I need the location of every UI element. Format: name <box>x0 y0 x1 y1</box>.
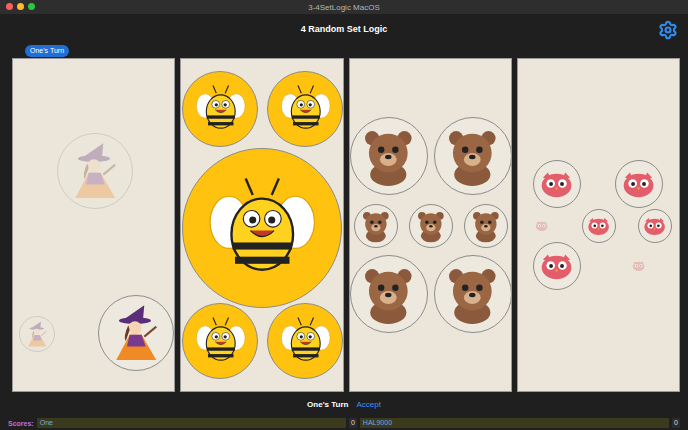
player-name-field[interactable]: HAL9000 <box>360 418 669 428</box>
game-piece[interactable] <box>98 295 174 371</box>
set-panel[interactable] <box>12 58 175 392</box>
turn-row: One's Turn <box>0 44 688 58</box>
bear-icon <box>413 208 449 244</box>
game-piece[interactable] <box>182 148 342 308</box>
owl-icon <box>537 246 576 285</box>
accept-button[interactable]: Accept <box>356 400 380 409</box>
game-piece[interactable] <box>182 71 258 147</box>
game-piece[interactable] <box>350 255 428 333</box>
set-panel[interactable] <box>349 58 512 392</box>
bee-icon <box>203 169 322 288</box>
zoom-button[interactable] <box>28 3 35 10</box>
minimize-button[interactable] <box>17 3 24 10</box>
scores-row: Scores:One0HAL90000 <box>0 416 688 430</box>
game-piece[interactable] <box>434 255 512 333</box>
app-window: 3-4SetLogic MacOS 4 Random Set Logic One's… <box>0 0 688 430</box>
owl-icon <box>619 164 658 203</box>
game-piece[interactable] <box>182 303 258 379</box>
game-piece[interactable] <box>638 209 672 243</box>
witch-icon <box>62 138 129 205</box>
bear-icon <box>356 124 421 189</box>
bear-icon <box>358 208 394 244</box>
game-piece[interactable] <box>350 117 428 195</box>
bee-icon <box>278 313 334 369</box>
game-piece[interactable] <box>434 117 512 195</box>
title-bar: 3-4SetLogic MacOS <box>0 0 688 14</box>
owl-icon <box>631 258 646 273</box>
player-name-field[interactable]: One <box>37 418 346 428</box>
owl-icon <box>585 212 612 239</box>
window-controls <box>6 3 35 10</box>
set-panel[interactable] <box>180 58 343 392</box>
status-row: One's Turn Accept <box>0 392 688 416</box>
bee-icon <box>278 81 334 137</box>
game-piece[interactable] <box>464 204 508 248</box>
game-piece[interactable] <box>354 204 398 248</box>
game-piece[interactable] <box>533 217 551 235</box>
bear-icon <box>468 208 504 244</box>
window-title: 3-4SetLogic MacOS <box>308 3 380 12</box>
game-piece[interactable] <box>533 242 581 290</box>
game-piece[interactable] <box>409 204 453 248</box>
set-panel[interactable] <box>517 58 680 392</box>
bee-icon <box>193 81 249 137</box>
game-piece[interactable] <box>19 316 55 352</box>
game-piece[interactable] <box>533 160 581 208</box>
game-piece[interactable] <box>57 133 133 209</box>
gear-icon[interactable] <box>658 20 678 40</box>
bee-icon <box>193 313 249 369</box>
game-piece[interactable] <box>267 303 343 379</box>
header: 4 Random Set Logic <box>0 14 688 44</box>
scores-label: Scores: <box>8 420 34 427</box>
bear-icon <box>356 262 421 327</box>
panels <box>0 58 688 392</box>
settings-button[interactable] <box>658 20 678 40</box>
close-button[interactable] <box>6 3 13 10</box>
turn-status: One's Turn <box>307 400 348 409</box>
witch-icon <box>103 300 170 367</box>
game-piece[interactable] <box>582 209 616 243</box>
game-piece[interactable] <box>615 160 663 208</box>
player-score: 0 <box>672 418 680 428</box>
owl-icon <box>534 218 549 233</box>
bear-icon <box>440 124 505 189</box>
game-piece[interactable] <box>630 257 648 275</box>
game-piece[interactable] <box>267 71 343 147</box>
witch-icon <box>22 319 53 350</box>
player-score: 0 <box>349 418 357 428</box>
owl-icon <box>641 212 668 239</box>
turn-badge: One's Turn <box>25 45 69 57</box>
game-title: 4 Random Set Logic <box>301 24 388 34</box>
owl-icon <box>537 164 576 203</box>
bear-icon <box>440 262 505 327</box>
